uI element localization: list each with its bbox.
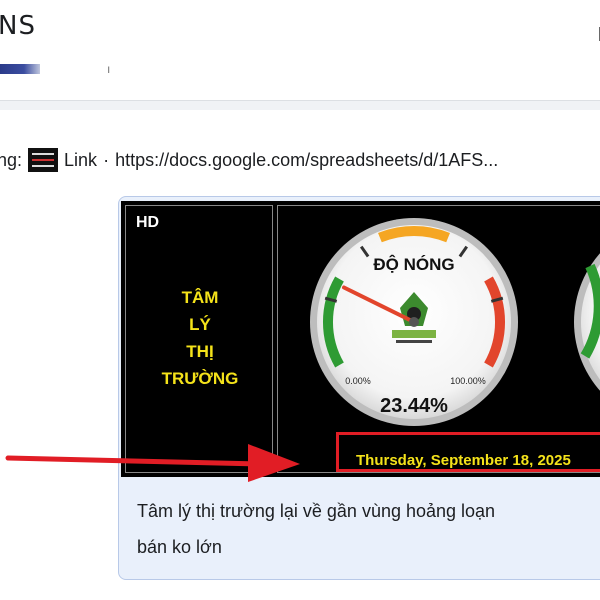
page-header: NS ı ı [0, 0, 600, 101]
sentiment-line: TRƯỜNG [161, 369, 239, 388]
gauge-min-label: 0.00% [345, 376, 371, 386]
gauge-max-label: 100.00% [450, 376, 486, 386]
link-separator: · [103, 149, 110, 170]
sentiment-label: TÂM LÝ THỊ TRƯỜNG [126, 284, 274, 392]
redacted-name-bar [0, 64, 40, 74]
date-label: Thursday, September 18, 2025 [356, 452, 571, 469]
link-url[interactable]: https://docs.google.com/spreadsheets/d/1… [115, 150, 498, 171]
gauge-hub [409, 317, 419, 327]
sentiment-line: TÂM [181, 288, 219, 307]
gauge-title: ĐỘ NÓNG [373, 255, 454, 274]
caption-line: Tâm lý thị trường lại về gần vùng hoảng … [137, 501, 496, 521]
gauge-panel: ĐỘ NÓNG 0.00% 100.00% 23.44% [277, 205, 600, 473]
hd-badge: HD [136, 214, 160, 231]
red-arrow-icon [5, 444, 300, 482]
sentiment-line: THỊ [186, 342, 214, 361]
sheet-thumbnail-icon [28, 148, 59, 172]
post-caption: Tâm lý thị trường lại về gần vùng hoảng … [137, 493, 600, 565]
link-line: ng: Link · https://docs.google.com/sprea… [0, 148, 498, 172]
link-prefix: ng: [0, 149, 23, 170]
link-preview-card[interactable]: HD TÂM LÝ THỊ TRƯỜNG ĐỘ NÓNG 0.00% 100.0… [118, 196, 600, 580]
link-label[interactable]: Link [64, 150, 97, 171]
sentiment-line: LÝ [189, 315, 211, 334]
page-title: NS [0, 11, 36, 41]
caption-line: bán ko lớn [137, 537, 222, 557]
header-mark: ı [107, 62, 111, 76]
gauge-value-label: 23.44% [380, 395, 448, 417]
